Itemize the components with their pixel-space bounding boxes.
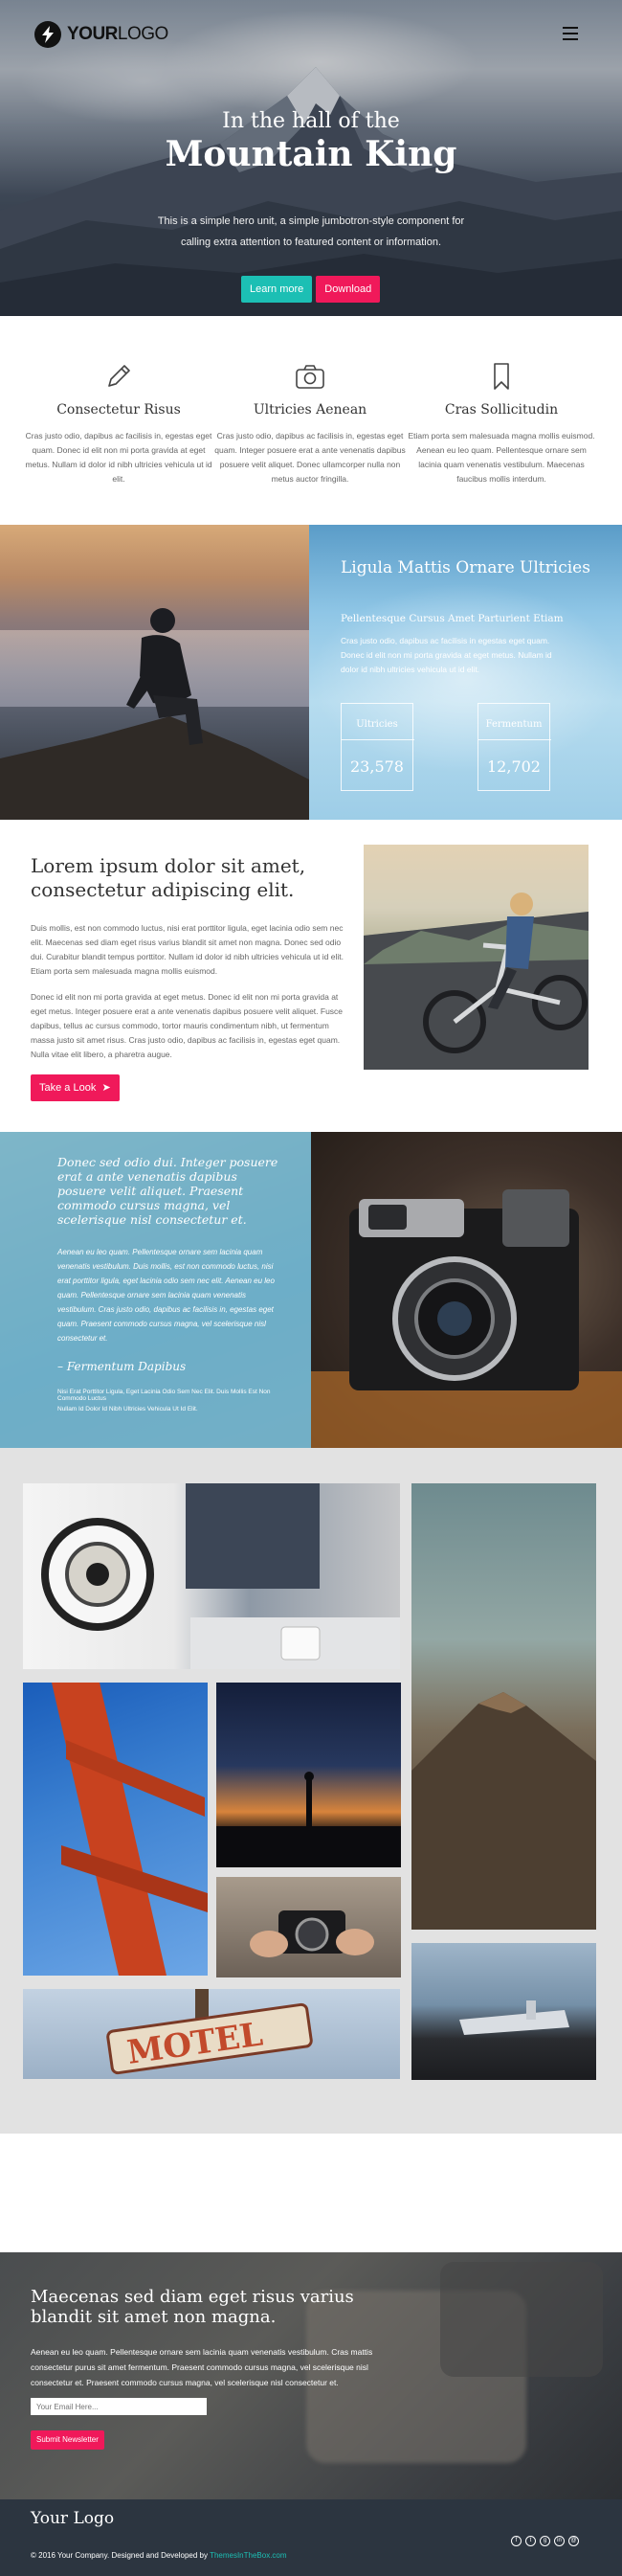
gallery-tile-plane-wreck[interactable]: [411, 1943, 596, 2080]
stat-label: Ultricies: [356, 719, 398, 730]
stat-box: Fermentum 12,702: [478, 703, 551, 791]
person-silhouette: [126, 608, 203, 745]
quote-paragraph: Aenean eu leo quam. Pellentesque ornare …: [57, 1248, 275, 1343]
facebook-icon[interactable]: f: [511, 2536, 522, 2546]
article-paragraph: Duis mollis, est non commodo luctus, nis…: [31, 923, 344, 976]
google-plus-icon[interactable]: g: [540, 2536, 550, 2546]
hero-title: Mountain King: [165, 134, 457, 174]
quote-meta: Nisi Erat Porttitor Ligula, Eget Lacinia…: [57, 1389, 271, 1402]
pencil-icon: [102, 360, 135, 393]
person-on-cliff-image: [0, 525, 309, 820]
gallery-tile-camera-hands[interactable]: [216, 1877, 401, 1977]
stats-subtitle: Pellentesque Cursus Amet Parturient Etia…: [341, 613, 564, 624]
feature-title: Ultricies Aenean: [253, 402, 367, 418]
motel-sign-text: MOTEL: [124, 2015, 265, 2071]
feature-item: Consectetur Risus Cras justo odio, dapib…: [23, 360, 214, 486]
linkedin-icon[interactable]: in: [554, 2536, 565, 2546]
arrow-circle-right-icon: ➤: [99, 1082, 111, 1094]
feature-title: Cras Sollicitudin: [444, 402, 559, 418]
stat-box: Ultricies 23,578: [341, 703, 414, 791]
quote-author: – Fermentum Dapibus: [57, 1360, 187, 1373]
camera-icon: [294, 360, 326, 393]
feature-title: Consectetur Risus: [56, 402, 181, 418]
hero-description: This is a simple hero unit, a simple jum…: [157, 215, 465, 248]
hero-section: YOURLOGO In the hall of the Mountain Kin…: [0, 0, 622, 316]
stats-panel: Ligula Mattis Ornare Ultricies Pellentes…: [309, 525, 622, 820]
article-paragraph: Donec id elit non mi porta gravida at eg…: [31, 992, 344, 1059]
gallery-tile-sunset-silhouette[interactable]: [216, 1683, 401, 1867]
hamburger-icon[interactable]: [563, 27, 578, 40]
footer-logo[interactable]: Your Logo: [31, 2509, 114, 2528]
gallery-tile-bridge[interactable]: [23, 1683, 208, 1976]
stat-value: 23,578: [350, 757, 404, 776]
newsletter-title: Maecenas sed diam eget risus varius blan…: [31, 2287, 354, 2327]
feature-item: Cras Sollicitudin Etiam porta sem malesu…: [406, 360, 597, 486]
stats-title: Ligula Mattis Ornare Ultricies: [341, 558, 590, 577]
hero-subtitle: In the hall of the: [222, 109, 400, 133]
twitter-icon[interactable]: t: [525, 2536, 536, 2546]
email-icon[interactable]: @: [568, 2536, 579, 2546]
take-a-look-label: Take a Look: [39, 1082, 97, 1094]
footer-copyright: © 2016 Your Company. Designed and Develo…: [31, 2551, 287, 2560]
learn-more-button[interactable]: Learn more: [241, 276, 313, 303]
gallery-tile-volcano[interactable]: [411, 1483, 596, 1930]
stats-description: Cras justo odio, dapibus ac facilisis in…: [341, 636, 552, 674]
newsletter-section: Maecenas sed diam eget risus varius blan…: [0, 2252, 622, 2499]
gallery-tile-motel-sign[interactable]: MOTEL: [23, 1989, 400, 2079]
bookmark-icon: [485, 360, 518, 393]
logo-text-light: LOGO: [117, 24, 168, 44]
newsletter-text: Aenean eu leo quam. Pellentesque ornare …: [31, 2347, 373, 2387]
stat-value: 12,702: [487, 757, 541, 776]
logo-text-bold: YOUR: [67, 24, 118, 44]
girl-on-bike-image: [364, 845, 589, 1070]
quote-panel: Donec sed odio dui. Integer posuere erat…: [0, 1132, 311, 1448]
take-a-look-button[interactable]: Take a Look ➤: [31, 1074, 120, 1101]
copyright-text: © 2016 Your Company. Designed and Develo…: [31, 2551, 208, 2560]
feature-text: Etiam porta sem malesuada magna mollis e…: [408, 431, 595, 484]
photo-gallery: MOTEL: [0, 1448, 622, 2134]
gallery-tile-speaker-desk[interactable]: [23, 1483, 400, 1669]
feature-item: Ultricies Aenean Cras justo odio, dapibu…: [214, 360, 406, 486]
footer-credit-link[interactable]: ThemesInTheBox.com: [210, 2551, 286, 2560]
hero-buttons: Learn more Download: [241, 276, 381, 303]
feature-text: Cras justo odio, dapibus ac facilisis in…: [214, 431, 406, 484]
site-logo[interactable]: YOURLOGO: [34, 19, 168, 50]
feature-text: Cras justo odio, dapibus ac facilisis in…: [25, 431, 212, 484]
download-button[interactable]: Download: [316, 276, 381, 303]
vintage-camera-image: [311, 1132, 622, 1448]
bolt-icon: [34, 21, 61, 48]
quote-text: Donec sed odio dui. Integer posuere erat…: [57, 1155, 278, 1227]
newsletter-email-input[interactable]: [31, 2398, 207, 2415]
quote-meta: Nullam Id Dolor Id Nibh Ultricies Vehicu…: [57, 1406, 198, 1412]
article-title: Lorem ipsum dolor sit amet, consectetur …: [31, 854, 306, 901]
stat-label: Fermentum: [485, 719, 543, 730]
submit-newsletter-button[interactable]: Submit Newsletter: [31, 2430, 104, 2450]
